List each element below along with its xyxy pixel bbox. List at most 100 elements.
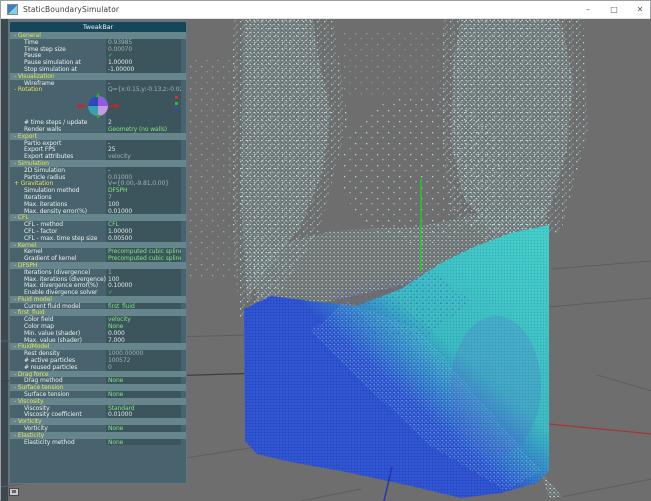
row-value[interactable]: 25 xyxy=(106,146,181,154)
tweakbar-row[interactable]: Gradient of kernel Precomputed cubic spli… xyxy=(10,255,186,262)
tweakbar-row[interactable]: Max. iterations 100 xyxy=(10,200,186,208)
tweakbar-row[interactable]: Viscosity coefficient 0.01000 xyxy=(10,411,186,418)
tweakbar-section-header[interactable]: - General xyxy=(10,32,186,39)
tweakbar-row[interactable]: Min. value (shader) 0.000 xyxy=(10,329,186,337)
row-value[interactable]: ✓ xyxy=(106,52,181,60)
tweakbar-row[interactable]: Wireframe - xyxy=(10,79,186,87)
row-value[interactable]: None xyxy=(106,438,181,446)
row-value[interactable]: 1.00000 xyxy=(106,59,181,66)
tweakbar-row[interactable]: Max. value (shader) 7.000 xyxy=(10,336,186,344)
row-value[interactable]: V={0.00,-9.81,0.00} xyxy=(106,180,181,188)
row-value[interactable]: 0.01000 xyxy=(106,207,181,215)
minimize-button[interactable]: – xyxy=(582,1,594,19)
row-value[interactable]: 0.93985 xyxy=(106,38,181,46)
tweakbar-row[interactable]: # time steps / update 2 xyxy=(10,119,186,126)
row-value[interactable]: None xyxy=(106,323,181,330)
row-value[interactable]: 0.00070 xyxy=(106,45,181,53)
tweakbar-row[interactable]: CFL - max. time step size 0.00500 xyxy=(10,234,186,242)
tweakbar-minimized-icon[interactable] xyxy=(9,488,19,496)
row-value[interactable]: - xyxy=(106,79,181,87)
tweakbar-row[interactable]: Elasticity method None xyxy=(10,438,186,446)
tweakbar-row[interactable]: Max. density error(%) 0.01000 xyxy=(10,207,186,215)
maximize-button[interactable]: □ xyxy=(608,1,620,19)
tweakbar-row[interactable]: Current fluid model first_fluid xyxy=(10,302,186,310)
tweakbar-row[interactable]: Vorticity None xyxy=(10,425,186,432)
row-value[interactable]: 1.00000 xyxy=(106,227,181,235)
tweakbar-section-header[interactable]: - CFL xyxy=(10,214,186,221)
tweakbar-section-header[interactable]: - Surface tension xyxy=(10,384,186,391)
row-value[interactable]: first_fluid xyxy=(106,302,181,310)
tweakbar-row[interactable]: Iterations 7 xyxy=(10,193,186,201)
row-value[interactable]: 0.10000 xyxy=(106,282,181,290)
row-value[interactable]: CFL xyxy=(106,221,181,228)
arcball-sphere-icon[interactable] xyxy=(70,93,126,119)
row-value[interactable]: None xyxy=(106,377,181,385)
tweakbar-row[interactable]: Pause ✓ xyxy=(10,52,186,59)
tweakbar-row[interactable]: Surface tension None xyxy=(10,391,186,398)
row-value[interactable]: None xyxy=(106,425,181,432)
row-value[interactable]: 7.000 xyxy=(106,336,181,344)
tweakbar-row[interactable]: CFL - factor 1.00000 xyxy=(10,227,186,235)
row-value[interactable]: 100 xyxy=(106,200,181,208)
row-value[interactable]: DFSPH xyxy=(106,187,181,194)
tweakbar-section-header[interactable]: - DFSPH xyxy=(10,261,186,269)
tweakbar-row[interactable]: Enable divergence solver ✓ xyxy=(10,289,186,296)
row-value[interactable]: 1000.00000 xyxy=(106,350,181,358)
row-value[interactable]: -1.00000 xyxy=(106,65,181,73)
tweakbar-section-header[interactable]: - Viscosity xyxy=(10,397,186,405)
tweakbar-row[interactable]: Stop simulation at -1.00000 xyxy=(10,65,186,73)
row-value[interactable]: Precomputed cubic spline xyxy=(106,255,181,262)
row-value[interactable]: 100 xyxy=(106,275,181,283)
tweakbar-row[interactable]: 2D Simulation - xyxy=(10,166,186,174)
rotation-arcball-widget[interactable] xyxy=(10,93,186,119)
row-value[interactable]: ✓ xyxy=(106,289,181,296)
tweakbar-row[interactable]: Color map None xyxy=(10,323,186,330)
tweakbar-row[interactable]: Partio export - xyxy=(10,139,186,147)
row-value[interactable]: 0.01000 xyxy=(106,411,181,419)
tweakbar-row[interactable]: Pause simulation at 1.00000 xyxy=(10,59,186,66)
tweakbar-row[interactable]: Simulation method DFSPH xyxy=(10,187,186,194)
tweakbar-row[interactable]: Max. divergence error(%) 0.10000 xyxy=(10,282,186,289)
row-value[interactable]: 0.00500 xyxy=(106,234,181,242)
tweakbar-row[interactable]: Max. iterations (divergence) 100 xyxy=(10,275,186,283)
tweakbar-row[interactable]: Time step size 0.00070 xyxy=(10,45,186,53)
tweakbar-section-header[interactable]: - Export xyxy=(10,132,186,140)
tweakbar-row[interactable]: Rest density 1000.00000 xyxy=(10,350,186,357)
close-button[interactable]: ✕ xyxy=(634,1,646,19)
tweakbar-section-header[interactable]: - Fluid model xyxy=(10,295,186,303)
tweakbar-row[interactable]: Time 0.93985 xyxy=(10,38,186,46)
tweakbar-row[interactable]: Color field velocity xyxy=(10,316,186,323)
row-value[interactable]: velocity xyxy=(106,153,181,160)
tweakbar-row[interactable]: Export attributes velocity xyxy=(10,153,186,160)
row-value[interactable]: - xyxy=(106,139,181,147)
row-value[interactable]: Precomputed cubic spline xyxy=(106,248,181,256)
tweakbar-section-header[interactable]: - Simulation xyxy=(10,159,186,167)
row-value[interactable]: 2 xyxy=(106,119,181,126)
row-value[interactable]: 0.01000 xyxy=(106,173,181,181)
tweakbar-row[interactable]: Render walls Geometry (no walls) xyxy=(10,125,186,133)
tweakbar-section-header[interactable]: - Elasticity xyxy=(10,431,186,439)
tweakbar-row[interactable]: Kernel Precomputed cubic spline xyxy=(10,248,186,255)
tweakbar-section-header[interactable]: - Visualization xyxy=(10,72,186,80)
tweakbar-row[interactable]: Particle radius 0.01000 xyxy=(10,173,186,181)
tweakbar-row[interactable]: Iterations (divergence) 1 xyxy=(10,268,186,276)
row-value[interactable]: Geometry (no walls) xyxy=(106,125,181,133)
row-value[interactable]: 100572 xyxy=(106,357,181,364)
tweakbar-section-header[interactable]: - FluidModel xyxy=(10,343,186,350)
row-value[interactable]: 7 xyxy=(106,193,181,201)
row-value[interactable]: - xyxy=(106,166,181,174)
tweakbar-row[interactable]: Drag method None xyxy=(10,377,186,384)
row-value[interactable]: 0.000 xyxy=(106,329,181,337)
tweakbar-row[interactable]: # active particles 100572 xyxy=(10,357,186,364)
tweakbar-row[interactable]: # reused particles 0 xyxy=(10,363,186,371)
tweakbar-section-header[interactable]: - Drag force xyxy=(10,370,186,378)
tweakbar-row[interactable]: Export FPS 25 xyxy=(10,146,186,153)
row-value[interactable]: 1 xyxy=(106,268,181,276)
tweakbar-section-header[interactable]: - first_fluid xyxy=(10,309,186,316)
tweakbar-row[interactable]: CFL - method CFL xyxy=(10,221,186,228)
tweakbar-row[interactable]: + Gravitation V={0.00,-9.81,0.00} xyxy=(10,180,186,187)
row-value[interactable]: 0 xyxy=(106,363,181,371)
tweakbar-panel[interactable]: TweakBar - General Time 0.93985 Time step s… xyxy=(9,21,187,484)
tweakbar-row[interactable]: Viscosity Standard xyxy=(10,404,186,412)
row-value[interactable]: Standard xyxy=(106,404,181,412)
